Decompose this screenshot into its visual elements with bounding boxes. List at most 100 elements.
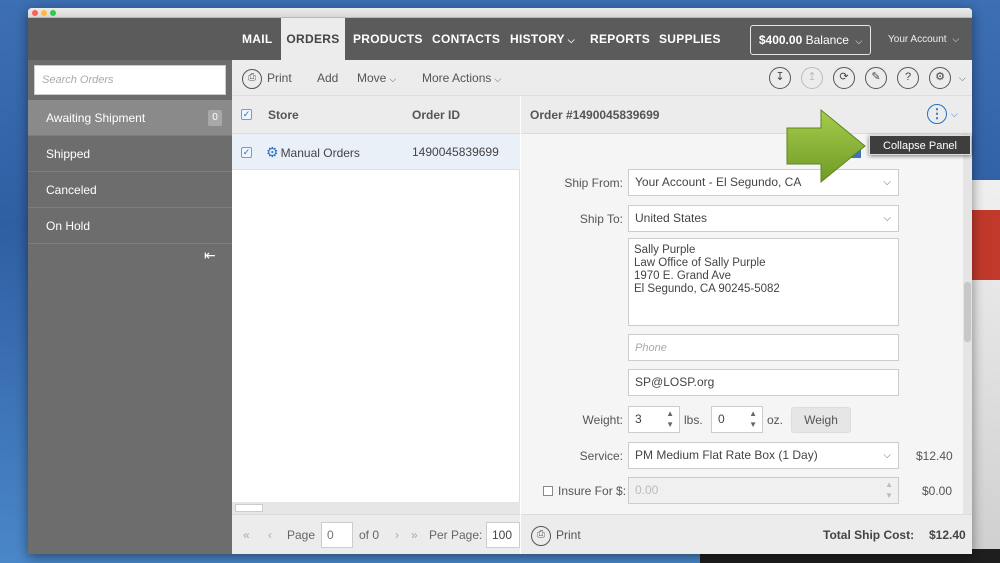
sidebar-item-awaiting-shipment[interactable]: Awaiting Shipment 0	[28, 100, 232, 136]
total-ship-cost-label: Total Ship Cost:	[823, 528, 915, 542]
more-actions-label: More Actions	[422, 71, 492, 85]
page-number-input[interactable]	[321, 522, 353, 548]
nav-products[interactable]: PRODUCTS	[353, 18, 423, 60]
green-arrow-annotation	[786, 108, 866, 184]
sidebar-item-on-hold[interactable]: On Hold	[28, 208, 232, 244]
order-detail-panel: Order #1490045839699 ⋮ ⌵ Ship From: Your…	[521, 96, 972, 554]
weight-label: Weight:	[582, 413, 623, 427]
last-page-icon[interactable]: »	[411, 515, 418, 554]
per-page-input[interactable]	[486, 522, 520, 548]
stepper-arrows-icon[interactable]: ▲ ▼	[666, 408, 674, 430]
oz-unit-label: oz.	[767, 413, 784, 427]
address-line: Sally Purple	[634, 244, 696, 256]
horizontal-scrollbar[interactable]	[232, 502, 520, 514]
import-icon[interactable]: ↧	[769, 67, 791, 89]
balance-button[interactable]: $400.00 Balance ⌵	[750, 25, 871, 55]
insure-amount-field: 0.00 ▲ ▼	[628, 477, 899, 504]
chevron-down-icon[interactable]: ⌵	[959, 73, 966, 84]
scrollbar-thumb[interactable]	[964, 282, 971, 342]
nav-contacts[interactable]: CONTACTS	[432, 18, 500, 60]
service-price: $12.40	[916, 449, 953, 463]
weigh-button[interactable]: Weigh	[791, 407, 851, 433]
pager: « ‹ Page of 0 › » Per Page:	[232, 514, 520, 554]
per-page-label: Per Page:	[429, 528, 483, 542]
weight-lbs-stepper[interactable]: 3 ▲ ▼	[628, 406, 680, 433]
chevron-down-icon: ⌵	[855, 36, 863, 46]
maximize-window-button[interactable]	[50, 10, 56, 16]
insure-price: $0.00	[922, 484, 953, 498]
balance-amount: $400.00	[758, 33, 803, 47]
order-list-panel: ✓ Store Order ID ✓ ⚙ Manual Orders 149004…	[232, 96, 520, 554]
previous-page-icon[interactable]: ‹	[268, 515, 272, 554]
email-value: SP@LOSP.org	[635, 375, 715, 389]
order-title: Order #1490045839699	[530, 108, 660, 122]
print-label-button[interactable]: ⎙ Print	[531, 517, 581, 553]
phone-field[interactable]: Phone	[628, 334, 899, 361]
account-label: Your Account	[888, 34, 947, 45]
chevron-down-icon[interactable]: ⌵	[951, 109, 958, 120]
more-options-icon[interactable]: ⋮	[927, 104, 947, 124]
add-button[interactable]: Add	[317, 60, 338, 96]
collapse-panel-menu-item[interactable]: Collapse Panel	[869, 135, 971, 155]
move-button[interactable]: Move ⌵	[357, 60, 396, 96]
ship-to-value: United States	[635, 211, 708, 225]
sidebar-item-label: Awaiting Shipment	[46, 111, 146, 125]
order-detail-header: Order #1490045839699 ⋮ ⌵	[521, 96, 972, 134]
nav-history[interactable]: HISTORY ⌵	[510, 18, 575, 60]
sidebar: Awaiting Shipment 0 Shipped Canceled On …	[28, 60, 232, 554]
row-checkbox[interactable]: ✓	[241, 147, 252, 158]
column-header-store[interactable]: Store	[268, 96, 299, 134]
nav-history-label: HISTORY	[510, 32, 565, 46]
first-page-icon[interactable]: «	[243, 515, 250, 554]
collapse-left-icon[interactable]: ⇤	[204, 247, 216, 264]
page-count-label: of 0	[359, 528, 380, 542]
ship-to-country-select[interactable]: United States ⌵	[628, 205, 899, 232]
lbs-unit-label: lbs.	[684, 413, 703, 427]
insure-placeholder: 0.00	[635, 483, 659, 497]
order-id-cell: 1490045839699	[412, 145, 499, 159]
table-row[interactable]: ✓ ⚙ Manual Orders 1490045839699	[232, 134, 520, 170]
service-select[interactable]: PM Medium Flat Rate Box (1 Day) ⌵	[628, 442, 899, 469]
insure-checkbox[interactable]	[543, 486, 553, 496]
nav-mail[interactable]: MAIL	[242, 18, 273, 60]
nav-orders[interactable]: ORDERS	[281, 18, 345, 60]
weight-oz-stepper[interactable]: 0 ▲ ▼	[711, 406, 763, 433]
sidebar-item-canceled[interactable]: Canceled	[28, 172, 232, 208]
scrollbar-thumb[interactable]	[235, 504, 263, 512]
sidebar-item-label: Shipped	[46, 147, 91, 161]
next-page-icon[interactable]: ›	[395, 515, 399, 554]
select-all-checkbox[interactable]: ✓	[241, 109, 252, 120]
chevron-down-icon: ⌵	[494, 74, 502, 84]
account-menu[interactable]: Your Account ⌵	[888, 18, 959, 60]
address-line: El Segundo, CA 90245-5082	[634, 283, 780, 295]
app-window: MAIL ORDERS PRODUCTS CONTACTS HISTORY ⌵ R…	[28, 8, 972, 554]
address-textarea[interactable]: Sally Purple Law Office of Sally Purple …	[628, 238, 899, 326]
print-button[interactable]: ⎙ Print	[242, 60, 292, 96]
gear-icon: ⚙	[266, 144, 279, 160]
service-value: PM Medium Flat Rate Box (1 Day)	[635, 448, 818, 462]
vertical-scrollbar[interactable]	[963, 134, 972, 514]
refresh-icon[interactable]: ⟳	[833, 67, 855, 89]
nav-reports[interactable]: REPORTS	[590, 18, 650, 60]
store-cell: ⚙ Manual Orders	[266, 134, 360, 171]
help-icon[interactable]: ?	[897, 67, 919, 89]
weight-lbs-value: 3	[635, 412, 642, 426]
more-actions-button[interactable]: More Actions ⌵	[422, 60, 501, 96]
tag-icon[interactable]: ✎	[865, 67, 887, 89]
ship-from-value: Your Account - El Segundo, CA	[635, 175, 802, 189]
phone-placeholder: Phone	[635, 342, 667, 354]
sidebar-item-shipped[interactable]: Shipped	[28, 136, 232, 172]
chevron-down-icon: ⌵	[883, 177, 891, 188]
column-header-order-id[interactable]: Order ID	[412, 96, 460, 134]
weight-oz-value: 0	[718, 412, 725, 426]
ship-to-label: Ship To:	[579, 212, 623, 226]
top-navigation: MAIL ORDERS PRODUCTS CONTACTS HISTORY ⌵ R…	[28, 18, 972, 60]
email-field[interactable]: SP@LOSP.org	[628, 369, 899, 396]
nav-supplies[interactable]: SUPPLIES	[659, 18, 721, 60]
minimize-window-button[interactable]	[41, 10, 47, 16]
close-window-button[interactable]	[32, 10, 38, 16]
settings-icon[interactable]: ⚙	[929, 67, 951, 89]
store-name: Manual Orders	[280, 146, 360, 160]
search-orders-input[interactable]	[34, 65, 226, 95]
stepper-arrows-icon[interactable]: ▲ ▼	[749, 408, 757, 430]
